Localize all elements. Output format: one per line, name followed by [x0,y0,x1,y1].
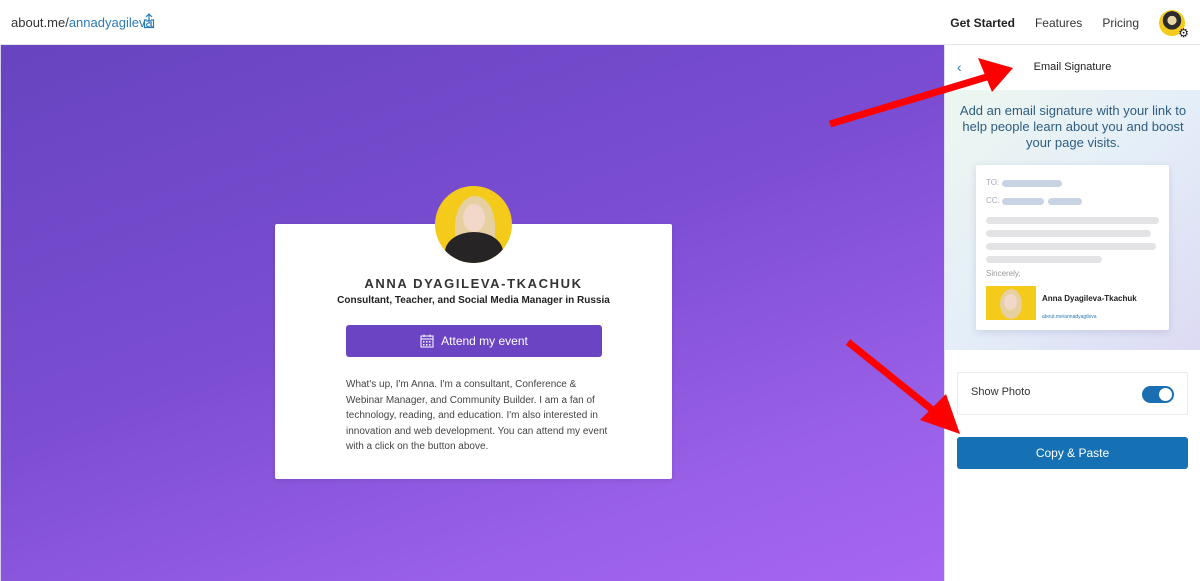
cc-label: CC: [986,196,1000,205]
attend-event-button[interactable]: Attend my event [346,325,602,357]
profile-preview: ANNA DYAGILEVA-TKACHUK Consultant, Teach… [0,45,944,581]
nav-pricing[interactable]: Pricing [1102,16,1139,30]
attend-event-label: Attend my event [441,334,528,348]
gear-icon[interactable]: ⚙ [1178,27,1189,39]
email-signature-panel: ‹ Email Signature Add an email signature… [944,45,1200,581]
signature-promo: Add an email signature with your link to… [945,90,1200,350]
email-preview: TO: CC: Sincerely, Anna Dyagileva-Tkachu… [976,165,1169,330]
nav-get-started[interactable]: Get Started [950,16,1015,30]
calendar-icon [420,334,434,348]
promo-text: Add an email signature with your link to… [959,103,1187,150]
profile-bio: What's up, I'm Anna. I'm a consultant, C… [346,379,608,452]
profile-headline: Consultant, Teacher, and Social Media Ma… [337,295,610,306]
url-handle[interactable]: annadyagileva [69,15,153,30]
signature-name: Anna Dyagileva-Tkachuk [1042,294,1137,303]
panel-header: ‹ Email Signature [945,45,1200,90]
copy-paste-button[interactable]: Copy & Paste [957,437,1188,469]
share-icon[interactable] [143,13,155,29]
placeholder-line [1048,198,1082,205]
show-photo-toggle[interactable] [1142,386,1174,403]
placeholder-line [986,243,1156,250]
profile-photo [435,186,512,263]
signature-closing: Sincerely, [986,269,1021,278]
user-avatar[interactable]: ⚙ [1159,9,1189,39]
top-bar: about.me/annadyagileva Get Started Featu… [0,0,1200,45]
profile-url[interactable]: about.me/annadyagileva [11,15,153,30]
nav-features[interactable]: Features [1035,16,1082,30]
placeholder-line [1002,180,1062,187]
signature-photo [986,286,1036,320]
show-photo-label: Show Photo [971,386,1031,398]
signature-link: about.me/annadyagileva [1042,314,1097,320]
panel-title: Email Signature [1033,61,1112,73]
placeholder-line [986,230,1151,237]
url-prefix: about.me/ [11,15,69,30]
placeholder-line [1002,198,1044,205]
placeholder-line [986,256,1102,263]
placeholder-line [986,217,1159,224]
profile-name: ANNA DYAGILEVA-TKACHUK [364,276,583,291]
show-photo-row: Show Photo [957,372,1188,415]
to-label: TO: [986,178,1000,187]
main-nav: Get Started Features Pricing ⚙ [950,0,1200,45]
